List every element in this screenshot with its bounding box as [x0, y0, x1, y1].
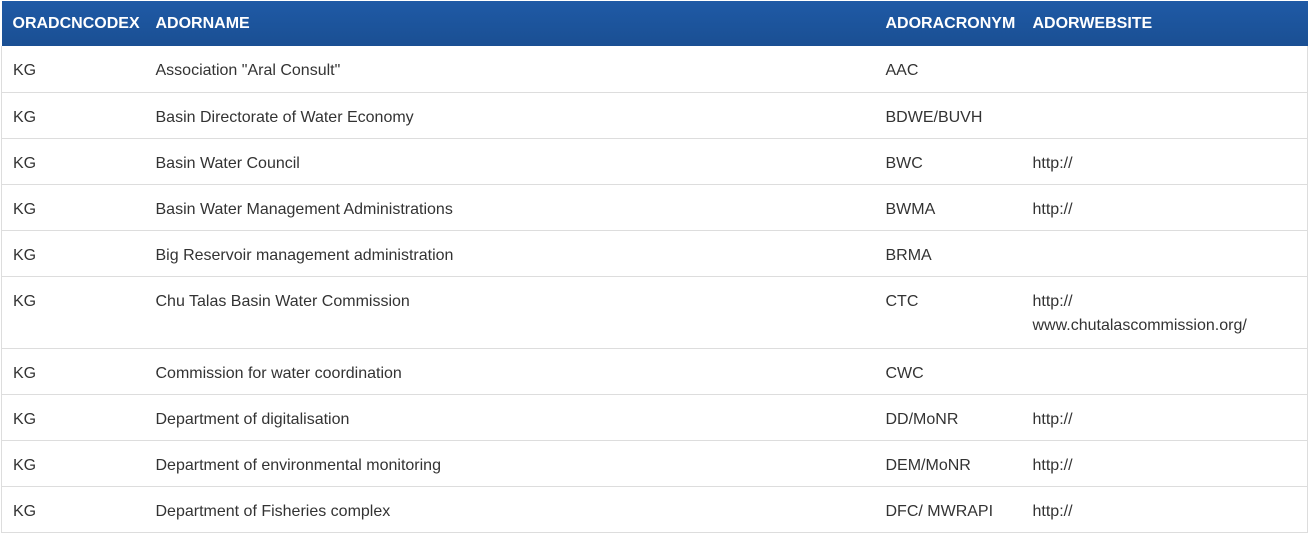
cell-code: KG — [1, 92, 145, 139]
cell-acronym: CTC — [874, 276, 1022, 349]
cell-code: KG — [1, 230, 145, 277]
organizations-table: ORADCNCODEX ADORNAME ADORACRONYM ADORWEB… — [1, 1, 1308, 533]
website-link[interactable]: http:// www.chutalascommission.org/ — [1033, 290, 1308, 338]
cell-name: Commission for water coordination — [144, 348, 875, 395]
cell-name: Basin Water Management Administrations — [144, 184, 875, 231]
table-header-row: ORADCNCODEX ADORNAME ADORACRONYM ADORWEB… — [1, 1, 1308, 46]
cell-website — [1021, 46, 1308, 93]
cell-name: Department of environmental monitoring — [144, 440, 875, 487]
website-link[interactable]: http:// — [1033, 500, 1308, 524]
table-row: KG Commission for water coordination CWC — [1, 348, 1308, 395]
table-row: KG Basin Water Council BWC http:// — [1, 138, 1308, 185]
table-row: KG Basin Directorate of Water Economy BD… — [1, 92, 1308, 139]
cell-code: KG — [1, 486, 145, 533]
cell-code: KG — [1, 276, 145, 349]
cell-website: http:// www.chutalascommission.org/ — [1021, 276, 1308, 349]
column-header-website[interactable]: ADORWEBSITE — [1021, 1, 1308, 46]
cell-name: Basin Directorate of Water Economy — [144, 92, 875, 139]
website-link[interactable]: http:// — [1033, 408, 1308, 432]
cell-code: KG — [1, 184, 145, 231]
cell-website — [1021, 92, 1308, 139]
cell-website — [1021, 348, 1308, 395]
cell-name: Department of digitalisation — [144, 394, 875, 441]
cell-acronym: CWC — [874, 348, 1022, 395]
table-row: KG Department of Fisheries complex DFC/ … — [1, 486, 1308, 533]
table-row: KG Big Reservoir management administrati… — [1, 230, 1308, 277]
table-row: KG Association "Aral Consult" AAC — [1, 46, 1308, 93]
column-header-acronym[interactable]: ADORACRONYM — [874, 1, 1022, 46]
cell-code: KG — [1, 46, 145, 93]
column-header-name[interactable]: ADORNAME — [144, 1, 875, 46]
cell-website: http:// — [1021, 394, 1308, 441]
cell-website: http:// — [1021, 440, 1308, 487]
table-row: KG Basin Water Management Administration… — [1, 184, 1308, 231]
cell-name: Basin Water Council — [144, 138, 875, 185]
cell-website: http:// — [1021, 184, 1308, 231]
column-header-code[interactable]: ORADCNCODEX — [1, 1, 145, 46]
cell-acronym: AAC — [874, 46, 1022, 93]
cell-name: Department of Fisheries complex — [144, 486, 875, 533]
cell-acronym: DFC/ MWRAPI — [874, 486, 1022, 533]
cell-acronym: BRMA — [874, 230, 1022, 277]
table-row: KG Department of environmental monitorin… — [1, 440, 1308, 487]
cell-acronym: BWC — [874, 138, 1022, 185]
website-link[interactable]: http:// — [1033, 454, 1308, 478]
cell-acronym: DD/MoNR — [874, 394, 1022, 441]
cell-acronym: BDWE/BUVH — [874, 92, 1022, 139]
table-row: KG Department of digitalisation DD/MoNR … — [1, 394, 1308, 441]
cell-name: Chu Talas Basin Water Commission — [144, 276, 875, 349]
cell-name: Big Reservoir management administration — [144, 230, 875, 277]
cell-website: http:// — [1021, 486, 1308, 533]
cell-code: KG — [1, 138, 145, 185]
cell-website — [1021, 230, 1308, 277]
cell-website: http:// — [1021, 138, 1308, 185]
cell-code: KG — [1, 440, 145, 487]
cell-code: KG — [1, 348, 145, 395]
cell-name: Association "Aral Consult" — [144, 46, 875, 93]
cell-acronym: DEM/MoNR — [874, 440, 1022, 487]
table-row: KG Chu Talas Basin Water Commission CTC … — [1, 276, 1308, 349]
cell-acronym: BWMA — [874, 184, 1022, 231]
cell-code: KG — [1, 394, 145, 441]
website-link[interactable]: http:// — [1033, 152, 1308, 176]
website-link[interactable]: http:// — [1033, 198, 1308, 222]
